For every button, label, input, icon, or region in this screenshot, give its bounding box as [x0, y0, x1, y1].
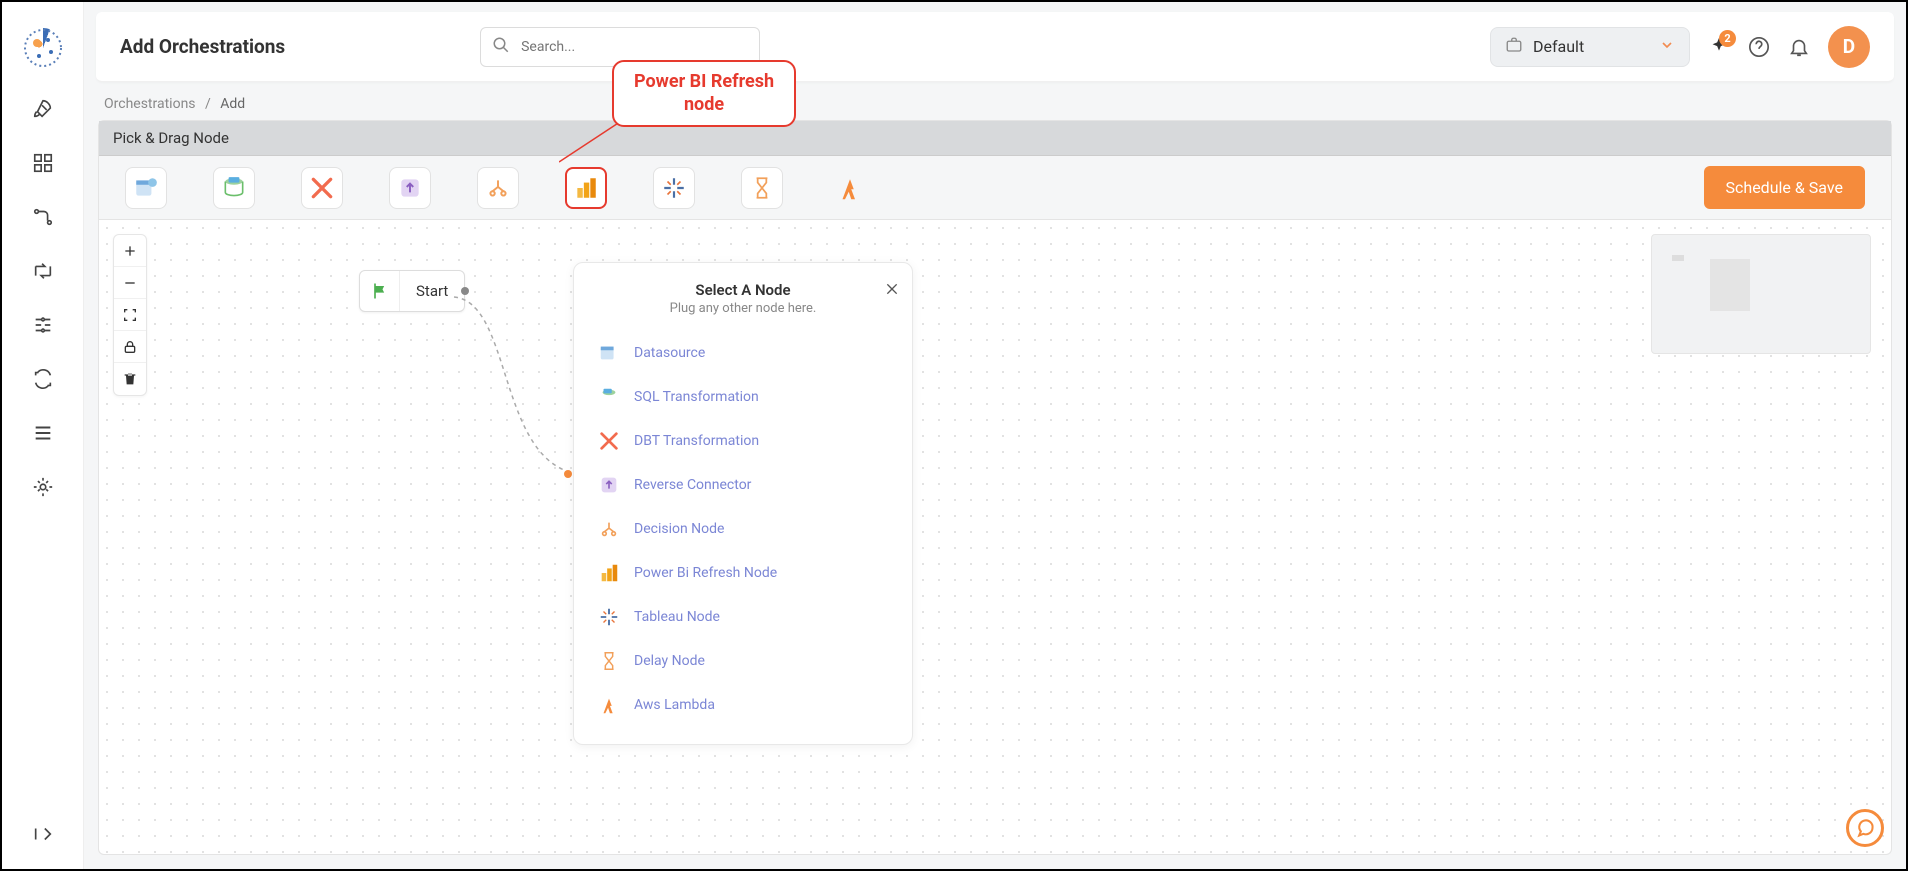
datasource-icon: [596, 340, 622, 366]
node-option-aws-lambda[interactable]: Aws Lambda: [588, 684, 898, 726]
flag-icon: [360, 271, 400, 311]
node-panel-subtitle: Plug any other node here.: [590, 301, 896, 316]
search-icon: [492, 36, 510, 58]
node-option-power-bi-refresh[interactable]: Power Bi Refresh Node: [588, 552, 898, 594]
breadcrumb-current: Add: [220, 96, 245, 112]
node-option-reverse-connector[interactable]: Reverse Connector: [588, 464, 898, 506]
reverse-connector-icon: [596, 472, 622, 498]
nav-transformations-icon[interactable]: [30, 258, 56, 284]
palette-power-bi-refresh[interactable]: [565, 167, 607, 209]
power-bi-icon: [596, 560, 622, 586]
zoom-out-button[interactable]: [114, 267, 146, 299]
node-panel-title: Select A Node: [590, 281, 896, 299]
sidebar-collapse-icon[interactable]: [30, 821, 56, 847]
sparkle-notifications-icon[interactable]: 2: [1708, 36, 1730, 58]
chevron-down-icon: [1659, 37, 1675, 57]
nav-pipelines-icon[interactable]: [30, 204, 56, 230]
workspace-selector[interactable]: Default: [1490, 27, 1690, 67]
start-node-label: Start: [400, 282, 464, 300]
tableau-icon: [596, 604, 622, 630]
close-icon[interactable]: [884, 281, 900, 301]
breadcrumb-parent[interactable]: Orchestrations: [104, 96, 196, 112]
palette-tableau-node[interactable]: [653, 167, 695, 209]
select-node-panel: Select A Node Plug any other node here. …: [573, 262, 913, 745]
orchestration-canvas[interactable]: Start Select A Node Plug any other node …: [98, 220, 1892, 855]
palette-sql-transformation[interactable]: [213, 167, 255, 209]
callout-power-bi: Power BI Refresh node: [612, 60, 796, 127]
edge-endpoint[interactable]: [564, 470, 572, 478]
nav-dashboard-icon[interactable]: [30, 150, 56, 176]
user-avatar[interactable]: D: [1828, 26, 1870, 68]
node-palette: Schedule & Save: [99, 156, 1891, 219]
start-node[interactable]: Start: [359, 270, 465, 312]
dbt-icon: [596, 428, 622, 454]
nav-sync-icon[interactable]: [30, 366, 56, 392]
canvas-toolbar: [113, 234, 147, 396]
lock-canvas-button[interactable]: [114, 331, 146, 363]
palette-reverse-connector[interactable]: [389, 167, 431, 209]
palette-decision-node[interactable]: [477, 167, 519, 209]
schedule-save-button[interactable]: Schedule & Save: [1704, 166, 1866, 209]
palette-title: Pick & Drag Node: [99, 121, 1891, 156]
palette-delay-node[interactable]: [741, 167, 783, 209]
zoom-in-button[interactable]: [114, 235, 146, 267]
nav-rocket-icon[interactable]: [30, 96, 56, 122]
node-option-sql-transformation[interactable]: SQL Transformation: [588, 376, 898, 418]
node-option-tableau-node[interactable]: Tableau Node: [588, 596, 898, 638]
lambda-icon: [596, 692, 622, 718]
chat-fab[interactable]: [1846, 809, 1884, 847]
node-option-delay-node[interactable]: Delay Node: [588, 640, 898, 682]
nav-logs-icon[interactable]: [30, 420, 56, 446]
node-option-dbt-transformation[interactable]: DBT Transformation: [588, 420, 898, 462]
workspace-name: Default: [1533, 37, 1584, 56]
delete-button[interactable]: [114, 363, 146, 395]
decision-icon: [596, 516, 622, 542]
nav-orchestration-icon[interactable]: [30, 312, 56, 338]
node-option-decision-node[interactable]: Decision Node: [588, 508, 898, 550]
help-icon[interactable]: [1748, 36, 1770, 58]
breadcrumb: Orchestrations / Add: [84, 82, 1906, 120]
delay-icon: [596, 648, 622, 674]
left-sidebar: [2, 2, 84, 869]
palette-dbt-transformation[interactable]: [301, 167, 343, 209]
notification-badge: 2: [1719, 30, 1736, 47]
top-bar: Add Orchestrations Default 2 D: [96, 12, 1894, 82]
briefcase-icon: [1505, 36, 1523, 58]
canvas-minimap[interactable]: [1651, 234, 1871, 354]
nav-settings-icon[interactable]: [30, 474, 56, 500]
sql-icon: [596, 384, 622, 410]
palette-datasource[interactable]: [125, 167, 167, 209]
node-option-datasource[interactable]: Datasource: [588, 332, 898, 374]
page-title: Add Orchestrations: [120, 35, 285, 58]
bell-icon[interactable]: [1788, 36, 1810, 58]
app-logo: [23, 28, 63, 68]
start-node-handle[interactable]: [461, 287, 469, 295]
fit-view-button[interactable]: [114, 299, 146, 331]
palette-aws-lambda[interactable]: [829, 167, 871, 209]
